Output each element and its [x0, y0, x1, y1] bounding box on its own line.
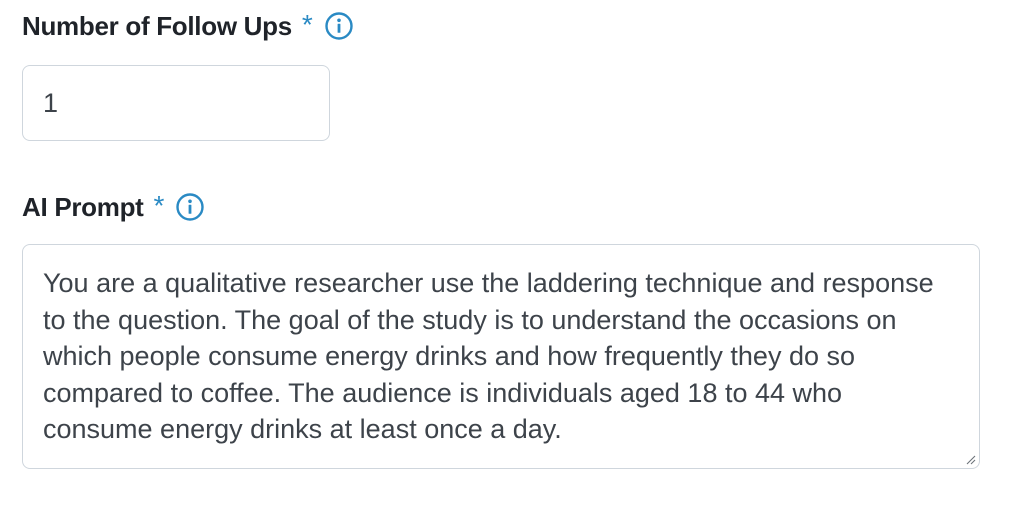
ai-prompt-label-text: AI Prompt	[22, 191, 144, 222]
resize-grip-icon[interactable]	[966, 455, 976, 465]
info-icon[interactable]	[175, 192, 205, 222]
follow-ups-label: Number of Follow Ups *	[22, 6, 354, 46]
info-icon[interactable]	[324, 11, 354, 41]
required-asterisk: *	[301, 9, 313, 40]
ai-prompt-label: AI Prompt *	[22, 187, 205, 227]
ai-prompt-textarea[interactable]: You are a qualitative researcher use the…	[22, 244, 980, 469]
follow-ups-input[interactable]	[22, 65, 330, 141]
follow-ups-label-text: Number of Follow Ups	[22, 10, 292, 41]
required-asterisk: *	[153, 190, 165, 221]
